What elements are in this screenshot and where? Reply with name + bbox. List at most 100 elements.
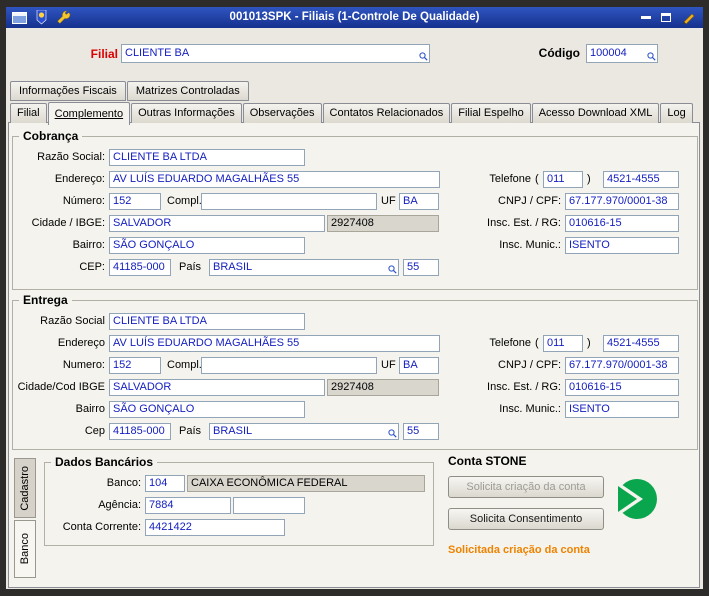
ddi-field[interactable]: 55 (403, 259, 439, 276)
insc-mun-field[interactable]: ISENTO (565, 401, 679, 418)
pais-field[interactable]: BRASIL (209, 423, 399, 440)
maximize-icon[interactable] (661, 13, 671, 22)
tab-matrizes-controladas[interactable]: Matrizes Controladas (126, 81, 249, 101)
lookup-icon[interactable] (388, 429, 397, 438)
ddd-field[interactable]: 011 (543, 171, 583, 188)
numero-field[interactable]: 152 (109, 357, 161, 374)
bairro-label: Bairro: (72, 239, 105, 251)
cidade-label: Cidade/Cod IBGE (17, 381, 105, 393)
cnpj-field[interactable]: 67.177.970/0001-38 (565, 357, 679, 374)
telefone-field[interactable]: 4521-4555 (603, 335, 679, 352)
field-text: AV LUÍS EDUARDO MAGALHÃES 55 (113, 173, 300, 185)
agencia-field[interactable]: 7884 (145, 497, 231, 514)
compl-field[interactable] (201, 357, 377, 374)
insc-est-field[interactable]: 010616-15 (565, 215, 679, 232)
endereco-field[interactable]: AV LUÍS EDUARDO MAGALHÃES 55 (109, 335, 440, 352)
tab-observacoes[interactable]: Observações (242, 103, 322, 123)
codigo-field[interactable]: 100004 (586, 44, 658, 63)
telefone-field[interactable]: 4521-4555 (603, 171, 679, 188)
field-text: CLIENTE BA LTDA (113, 315, 207, 327)
insc-est-field[interactable]: 010616-15 (565, 379, 679, 396)
cidade-field[interactable]: SALVADOR (109, 379, 325, 396)
razao-social-field[interactable]: CLIENTE BA LTDA (109, 149, 305, 166)
paren-open: ( (535, 337, 539, 349)
tab-outras-informacoes[interactable]: Outras Informações (131, 103, 242, 123)
bairro-field[interactable]: SÃO GONÇALO (109, 401, 305, 418)
field-text: 011 (547, 337, 565, 349)
tab-filial[interactable]: Filial (10, 103, 47, 123)
codigo-label: Código (538, 46, 580, 60)
razao-social-label: Razão Social (40, 315, 105, 327)
compl-label: Compl. (167, 359, 202, 371)
banco-nome-field: CAIXA ECONÔMICA FEDERAL (187, 475, 425, 492)
dados-bancarios-group: Dados Bancários Banco: 104 CAIXA ECONÔMI… (44, 455, 434, 546)
agencia-digito-field[interactable] (233, 497, 305, 514)
compl-field[interactable] (201, 193, 377, 210)
field-text: 4521-4555 (607, 173, 660, 185)
endereco-field[interactable]: AV LUÍS EDUARDO MAGALHÃES 55 (109, 171, 440, 188)
field-text: 67.177.970/0001-38 (569, 195, 668, 207)
solicita-consentimento-button[interactable]: Solicita Consentimento (448, 508, 604, 530)
lookup-icon[interactable] (419, 52, 428, 61)
ddi-field[interactable]: 55 (403, 423, 439, 440)
field-text: 010616-15 (569, 381, 622, 393)
filial-label: Filial (90, 47, 118, 61)
pais-label: País (179, 261, 202, 273)
cep-field[interactable]: 41185-000 (109, 259, 171, 276)
insc-est-label: Insc. Est. / RG: (487, 381, 561, 393)
tab-filial-espelho[interactable]: Filial Espelho (451, 103, 531, 123)
ddd-field[interactable]: 011 (543, 335, 583, 352)
lookup-icon[interactable] (388, 265, 397, 274)
cep-label: CEP: (79, 261, 105, 273)
entrega-group: Entrega Razão Social CLIENTE BA LTDA End… (12, 293, 698, 450)
paren-close: ) (587, 173, 591, 185)
insc-mun-label: Insc. Munic.: (499, 403, 561, 415)
field-text: ISENTO (569, 239, 610, 251)
numero-field[interactable]: 152 (109, 193, 161, 210)
conta-corrente-field[interactable]: 4421422 (145, 519, 285, 536)
banco-codigo-field[interactable]: 104 (145, 475, 185, 492)
insc-mun-field[interactable]: ISENTO (565, 237, 679, 254)
pais-field[interactable]: BRASIL (209, 259, 399, 276)
field-text: 4521-4555 (607, 337, 660, 349)
razao-social-field[interactable]: CLIENTE BA LTDA (109, 313, 305, 330)
numero-label: Numero: (62, 359, 105, 371)
cnpj-label: CNPJ / CPF: (498, 359, 561, 371)
filial-field[interactable]: CLIENTE BA (121, 44, 430, 63)
tab-acesso-download-xml[interactable]: Acesso Download XML (531, 103, 660, 123)
cnpj-field[interactable]: 67.177.970/0001-38 (565, 193, 679, 210)
badge-icon[interactable] (35, 10, 48, 25)
cnpj-label: CNPJ / CPF: (498, 195, 561, 207)
insc-mun-label: Insc. Munic.: (499, 239, 561, 251)
banco-label: Banco: (106, 477, 141, 489)
tab-informacoes-fiscais[interactable]: Informações Fiscais (10, 81, 126, 101)
stone-logo-icon (612, 478, 657, 520)
entrega-legend: Entrega (19, 293, 72, 307)
field-text: 55 (407, 261, 420, 273)
bairro-field[interactable]: SÃO GONÇALO (109, 237, 305, 254)
app-window: 001013SPK - Filiais (1-Controle De Quali… (0, 0, 709, 596)
stone-status-text: Solicitada criação da conta (448, 544, 590, 556)
cidade-field[interactable]: SALVADOR (109, 215, 325, 232)
side-tab-cadastro[interactable]: Cadastro (14, 458, 36, 518)
tab-contatos-relacionados[interactable]: Contatos Relacionados (322, 103, 451, 123)
tab-complemento[interactable]: Complemento (47, 102, 131, 125)
lookup-icon[interactable] (647, 52, 656, 61)
field-text: 100004 (590, 47, 627, 59)
solicita-criacao-button[interactable]: Solicita criação da conta (448, 476, 604, 498)
dados-bancarios-legend: Dados Bancários (51, 455, 158, 469)
bairro-label: Bairro (75, 403, 105, 415)
cep-field[interactable]: 41185-000 (109, 423, 171, 440)
titlebar-controls (641, 7, 696, 28)
edit-pencil-icon[interactable] (681, 10, 696, 25)
field-text: 152 (113, 195, 132, 207)
tab-log[interactable]: Log (660, 103, 693, 123)
uf-label: UF (381, 195, 396, 207)
minimize-icon[interactable] (641, 16, 651, 19)
telefone-label: Telefone (489, 173, 531, 185)
wrench-icon[interactable] (56, 10, 71, 25)
side-tab-banco[interactable]: Banco (14, 520, 36, 578)
window-icon[interactable] (12, 11, 27, 24)
field-text: SALVADOR (113, 217, 172, 229)
field-text: 011 (547, 173, 565, 185)
